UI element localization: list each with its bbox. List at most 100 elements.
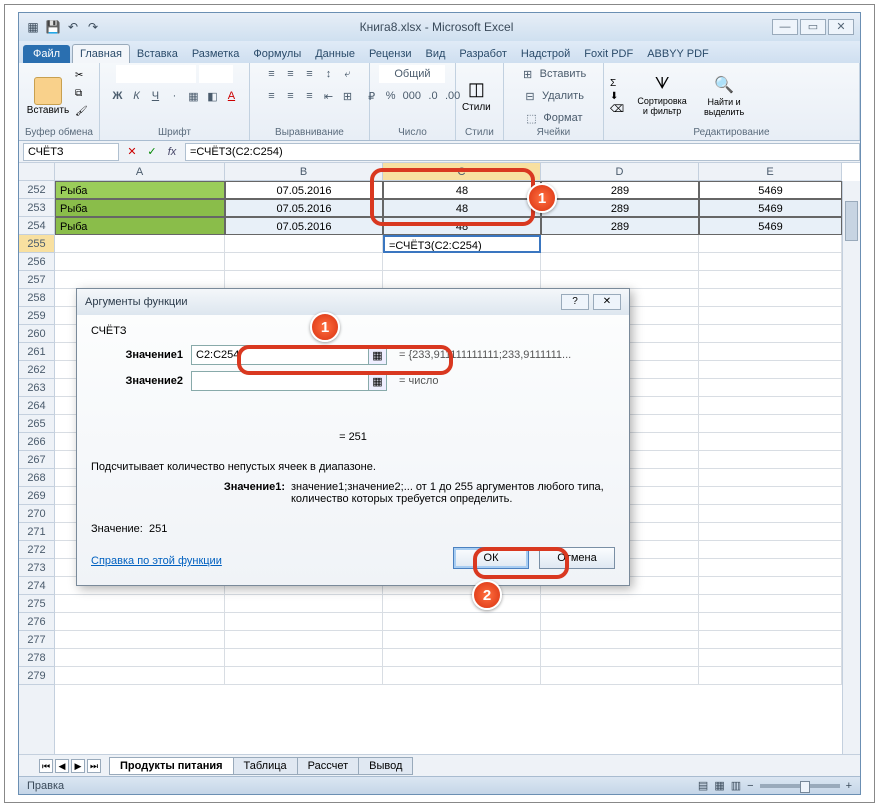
scrollbar-thumb[interactable] bbox=[845, 201, 858, 241]
tab-abbyy[interactable]: ABBYY PDF bbox=[640, 45, 716, 63]
row-header[interactable]: 265 bbox=[19, 415, 54, 433]
save-icon[interactable]: 💾 bbox=[45, 19, 61, 35]
row-headers[interactable]: 2522532542552562572582592602612622632642… bbox=[19, 181, 55, 754]
dialog-cancel-button[interactable]: Отмена bbox=[539, 547, 615, 569]
sheet-nav-prev-icon[interactable]: ◀ bbox=[55, 759, 69, 773]
cell[interactable]: 289 bbox=[541, 181, 699, 199]
arg2-range-picker-icon[interactable]: ▦ bbox=[369, 371, 387, 391]
cell[interactable] bbox=[225, 631, 383, 649]
table-row[interactable] bbox=[55, 253, 842, 271]
format-painter-icon[interactable]: 🖌 bbox=[75, 106, 91, 122]
cell[interactable] bbox=[699, 307, 842, 325]
cell[interactable] bbox=[541, 595, 699, 613]
row-header[interactable]: 272 bbox=[19, 541, 54, 559]
styles-button[interactable]: Стили bbox=[462, 102, 491, 113]
cell[interactable] bbox=[55, 631, 225, 649]
col-header-a[interactable]: A bbox=[55, 163, 225, 180]
cell[interactable] bbox=[699, 559, 842, 577]
cell[interactable] bbox=[699, 577, 842, 595]
sheet-tab-3[interactable]: Рассчет bbox=[297, 757, 360, 775]
accept-formula-icon[interactable]: ✓ bbox=[143, 143, 161, 161]
cut-icon[interactable]: ✂ bbox=[75, 70, 91, 86]
cell[interactable] bbox=[225, 235, 383, 253]
view-break-icon[interactable]: ▥ bbox=[731, 779, 741, 792]
row-header[interactable]: 266 bbox=[19, 433, 54, 451]
sheet-tab-2[interactable]: Таблица bbox=[233, 757, 298, 775]
col-header-e[interactable]: E bbox=[699, 163, 842, 180]
cell[interactable]: 5469 bbox=[699, 199, 842, 217]
cell[interactable]: Рыба bbox=[55, 199, 225, 217]
cell[interactable] bbox=[55, 253, 225, 271]
select-all-corner[interactable] bbox=[19, 163, 55, 181]
cell[interactable] bbox=[225, 253, 383, 271]
cell[interactable] bbox=[699, 343, 842, 361]
dialog-titlebar[interactable]: Аргументы функции ? ✕ bbox=[77, 289, 629, 315]
dialog-help-icon[interactable]: ? bbox=[561, 294, 589, 310]
arg2-input[interactable] bbox=[191, 371, 369, 391]
table-row[interactable]: Рыба07.05.2016482895469 bbox=[55, 181, 842, 199]
autosum-icon[interactable]: Σ bbox=[610, 78, 624, 89]
cell[interactable] bbox=[541, 667, 699, 685]
table-row[interactable] bbox=[55, 595, 842, 613]
cell[interactable] bbox=[699, 451, 842, 469]
arg1-input[interactable]: C2:C254 bbox=[191, 345, 369, 365]
cell[interactable]: 289 bbox=[541, 199, 699, 217]
cell[interactable]: 07.05.2016 bbox=[225, 217, 383, 235]
italic-icon[interactable]: К bbox=[128, 87, 144, 105]
dialog-help-link[interactable]: Справка по этой функции bbox=[91, 555, 222, 567]
cell[interactable] bbox=[699, 415, 842, 433]
cell[interactable] bbox=[699, 631, 842, 649]
row-header[interactable]: 269 bbox=[19, 487, 54, 505]
cell[interactable] bbox=[699, 379, 842, 397]
cell[interactable]: =СЧЁТЗ(C2:C254) bbox=[383, 235, 541, 253]
row-header[interactable]: 267 bbox=[19, 451, 54, 469]
row-header[interactable]: 252 bbox=[19, 181, 54, 199]
cell[interactable] bbox=[699, 541, 842, 559]
cell[interactable] bbox=[699, 433, 842, 451]
cell[interactable] bbox=[383, 595, 541, 613]
cell[interactable] bbox=[699, 523, 842, 541]
zoom-out-button[interactable]: − bbox=[747, 780, 753, 792]
cancel-formula-icon[interactable]: ✕ bbox=[123, 143, 141, 161]
cell[interactable] bbox=[225, 613, 383, 631]
underline-icon[interactable]: Ч bbox=[147, 87, 163, 105]
row-header[interactable]: 268 bbox=[19, 469, 54, 487]
row-header[interactable]: 255 bbox=[19, 235, 54, 253]
formula-input[interactable]: =СЧЁТЗ(C2:C254) bbox=[185, 143, 860, 161]
cell[interactable] bbox=[541, 271, 699, 289]
cell[interactable]: 48 bbox=[383, 199, 541, 217]
maximize-button[interactable]: ▭ bbox=[800, 19, 826, 35]
table-row[interactable]: =СЧЁТЗ(C2:C254) bbox=[55, 235, 842, 253]
row-header[interactable]: 270 bbox=[19, 505, 54, 523]
clear-icon[interactable]: ⌫ bbox=[610, 104, 624, 115]
column-headers[interactable]: A B C D E bbox=[55, 163, 842, 181]
find-button[interactable]: Найти и выделить bbox=[698, 97, 750, 117]
row-header[interactable]: 256 bbox=[19, 253, 54, 271]
zoom-in-button[interactable]: + bbox=[846, 780, 852, 792]
sort-filter-icon[interactable]: ᗐ bbox=[655, 76, 670, 94]
cell[interactable] bbox=[383, 667, 541, 685]
cell[interactable] bbox=[699, 271, 842, 289]
cell[interactable] bbox=[541, 253, 699, 271]
cells-insert-button[interactable]: Вставить bbox=[539, 65, 588, 83]
cell[interactable] bbox=[699, 613, 842, 631]
cell[interactable] bbox=[699, 397, 842, 415]
sheet-nav-first-icon[interactable]: ⏮ bbox=[39, 759, 53, 773]
tab-review[interactable]: Рецензи bbox=[362, 45, 419, 63]
insert-cell-icon[interactable]: ⊞ bbox=[520, 65, 536, 83]
format-cell-icon[interactable]: ⬚ bbox=[523, 109, 539, 127]
cell[interactable] bbox=[55, 649, 225, 667]
cell[interactable]: Рыба bbox=[55, 181, 225, 199]
cell[interactable] bbox=[383, 271, 541, 289]
tab-view[interactable]: Вид bbox=[419, 45, 453, 63]
tab-file[interactable]: Файл bbox=[23, 45, 70, 63]
delete-cell-icon[interactable]: ⊟ bbox=[522, 87, 538, 105]
sheet-tab-4[interactable]: Вывод bbox=[358, 757, 413, 775]
view-normal-icon[interactable]: ▤ bbox=[698, 779, 708, 792]
table-row[interactable] bbox=[55, 649, 842, 667]
font-color-icon[interactable]: A bbox=[223, 87, 239, 105]
cell[interactable] bbox=[699, 361, 842, 379]
currency-icon[interactable]: ₽ bbox=[364, 87, 380, 105]
cell[interactable] bbox=[541, 631, 699, 649]
cell[interactable]: Рыба bbox=[55, 217, 225, 235]
